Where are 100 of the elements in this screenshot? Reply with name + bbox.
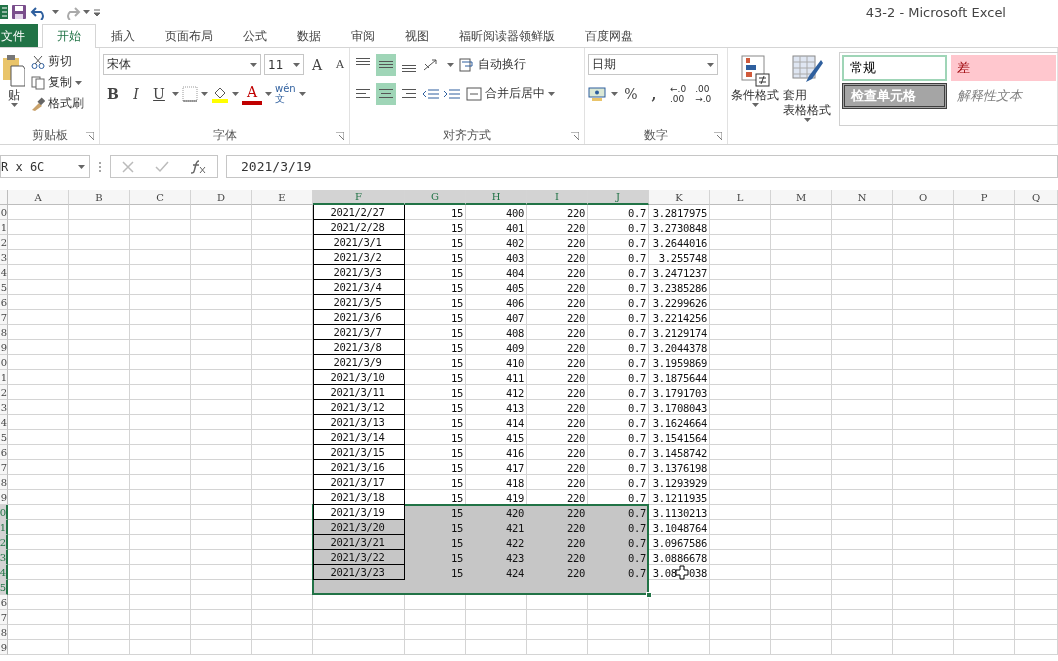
- caret-icon[interactable]: [298, 91, 306, 96]
- ribbon-tab[interactable]: 插入: [96, 24, 150, 47]
- caret-icon[interactable]: [172, 91, 179, 96]
- column-header[interactable]: O: [893, 190, 954, 205]
- row-header[interactable]: 8: [0, 625, 8, 640]
- font-name-select[interactable]: 宋体: [103, 54, 261, 75]
- caret-icon[interactable]: [447, 62, 454, 67]
- caret-icon[interactable]: [10, 103, 18, 107]
- column-header[interactable]: D: [191, 190, 252, 205]
- caret-icon[interactable]: [548, 91, 555, 96]
- row-header[interactable]: 7: [0, 460, 8, 475]
- column-header[interactable]: N: [832, 190, 893, 205]
- row-header[interactable]: 7: [0, 310, 8, 325]
- merge-center-button[interactable]: 合并后居中: [464, 84, 557, 103]
- column-header[interactable]: Q: [1015, 190, 1058, 205]
- caret-icon[interactable]: [232, 91, 239, 96]
- row-header[interactable]: 9: [0, 640, 8, 655]
- row-header[interactable]: 9: [0, 490, 8, 505]
- percent-button[interactable]: %: [621, 82, 641, 105]
- ribbon-tab[interactable]: 数据: [282, 24, 336, 47]
- format-as-table-button[interactable]: 套用 表格格式: [783, 52, 831, 126]
- format-painter-button[interactable]: 格式刷: [29, 94, 86, 113]
- font-color-button[interactable]: A: [242, 82, 262, 105]
- name-box[interactable]: R x 6C: [0, 155, 90, 178]
- column-header[interactable]: H: [466, 190, 527, 205]
- caret-icon[interactable]: [75, 80, 82, 85]
- decrease-decimal-button[interactable]: .00 →.0: [692, 83, 715, 104]
- row-header[interactable]: 1: [0, 220, 8, 235]
- active-cell[interactable]: 2021/3/19: [313, 505, 405, 520]
- decrease-indent-icon[interactable]: [422, 86, 440, 101]
- shrink-font-button[interactable]: A: [330, 53, 350, 76]
- row-header[interactable]: 3: [0, 400, 8, 415]
- row-header[interactable]: 4: [0, 265, 8, 280]
- dialog-launcher-icon[interactable]: [714, 132, 722, 140]
- caret-icon[interactable]: [250, 62, 257, 67]
- excel-icon[interactable]: [0, 4, 8, 20]
- column-header[interactable]: M: [771, 190, 832, 205]
- caret-icon[interactable]: [201, 91, 208, 96]
- grip-icon[interactable]: [98, 160, 102, 173]
- fill-handle[interactable]: [646, 592, 652, 598]
- caret-icon[interactable]: [611, 91, 618, 96]
- currency-icon[interactable]: [588, 85, 608, 102]
- cell-style[interactable]: 常规: [842, 55, 947, 81]
- row-header[interactable]: 2: [0, 235, 8, 250]
- underline-button[interactable]: U: [149, 82, 169, 105]
- function-icon[interactable]: [190, 159, 207, 174]
- row-header[interactable]: 1: [0, 370, 8, 385]
- caret-icon[interactable]: [52, 10, 59, 14]
- ribbon-tab[interactable]: 视图: [390, 24, 444, 47]
- caret-icon[interactable]: [265, 91, 272, 96]
- grow-font-button[interactable]: A: [307, 53, 327, 76]
- formula-field[interactable]: 2021/3/19: [226, 155, 1058, 178]
- caret-icon[interactable]: [293, 62, 300, 67]
- file-tab[interactable]: 文件: [0, 24, 38, 47]
- row-header[interactable]: 7: [0, 610, 8, 625]
- column-header[interactable]: P: [954, 190, 1015, 205]
- comma-style-button[interactable]: ,: [644, 82, 664, 105]
- ribbon-tab[interactable]: 审阅: [336, 24, 390, 47]
- font-size-select[interactable]: 11: [264, 54, 304, 75]
- row-header[interactable]: 5: [0, 430, 8, 445]
- column-header[interactable]: B: [69, 190, 130, 205]
- bold-button[interactable]: B: [103, 82, 123, 105]
- italic-button[interactable]: I: [126, 82, 146, 105]
- ribbon-tab[interactable]: 公式: [228, 24, 282, 47]
- row-header[interactable]: 8: [0, 475, 8, 490]
- save-icon[interactable]: [10, 3, 28, 21]
- ribbon-tab[interactable]: 百度网盘: [570, 24, 648, 47]
- column-header[interactable]: I: [527, 190, 588, 205]
- row-header[interactable]: 2: [0, 385, 8, 400]
- column-header[interactable]: F: [313, 190, 405, 205]
- dialog-launcher-icon[interactable]: [336, 132, 344, 140]
- paste-button[interactable]: 贴: [3, 52, 25, 126]
- caret-icon[interactable]: [751, 103, 759, 107]
- cut-button[interactable]: 剪切: [29, 52, 86, 71]
- row-header[interactable]: 6: [0, 295, 8, 310]
- row-header[interactable]: 5: [0, 280, 8, 295]
- row-header[interactable]: 8: [0, 325, 8, 340]
- row-header[interactable]: 0: [0, 355, 8, 370]
- increase-decimal-button[interactable]: ←.0 .00: [667, 83, 690, 104]
- column-header[interactable]: K: [649, 190, 710, 205]
- conditional-format-button[interactable]: 条件格式: [731, 52, 779, 126]
- row-header[interactable]: 0: [0, 205, 8, 220]
- borders-icon[interactable]: [182, 85, 198, 102]
- dialog-launcher-icon[interactable]: [86, 132, 94, 140]
- increase-indent-icon[interactable]: [443, 86, 461, 101]
- row-header[interactable]: 4: [0, 415, 8, 430]
- cell-style[interactable]: 差: [951, 55, 1056, 81]
- caret-icon[interactable]: [83, 10, 90, 14]
- caret-icon[interactable]: [803, 118, 811, 122]
- phonetic-button[interactable]: wén 文: [275, 83, 296, 104]
- customize-icon[interactable]: [92, 7, 102, 17]
- number-format-select[interactable]: 日期: [588, 54, 718, 75]
- caret-icon[interactable]: [78, 164, 85, 169]
- column-header[interactable]: G: [405, 190, 466, 205]
- caret-icon[interactable]: [707, 62, 714, 67]
- column-header[interactable]: J: [588, 190, 649, 205]
- align-center-button[interactable]: [376, 82, 396, 105]
- dialog-launcher-icon[interactable]: [571, 132, 579, 140]
- ribbon-tab[interactable]: 福昕阅读器领鲜版: [444, 24, 570, 47]
- check-icon[interactable]: [155, 160, 169, 173]
